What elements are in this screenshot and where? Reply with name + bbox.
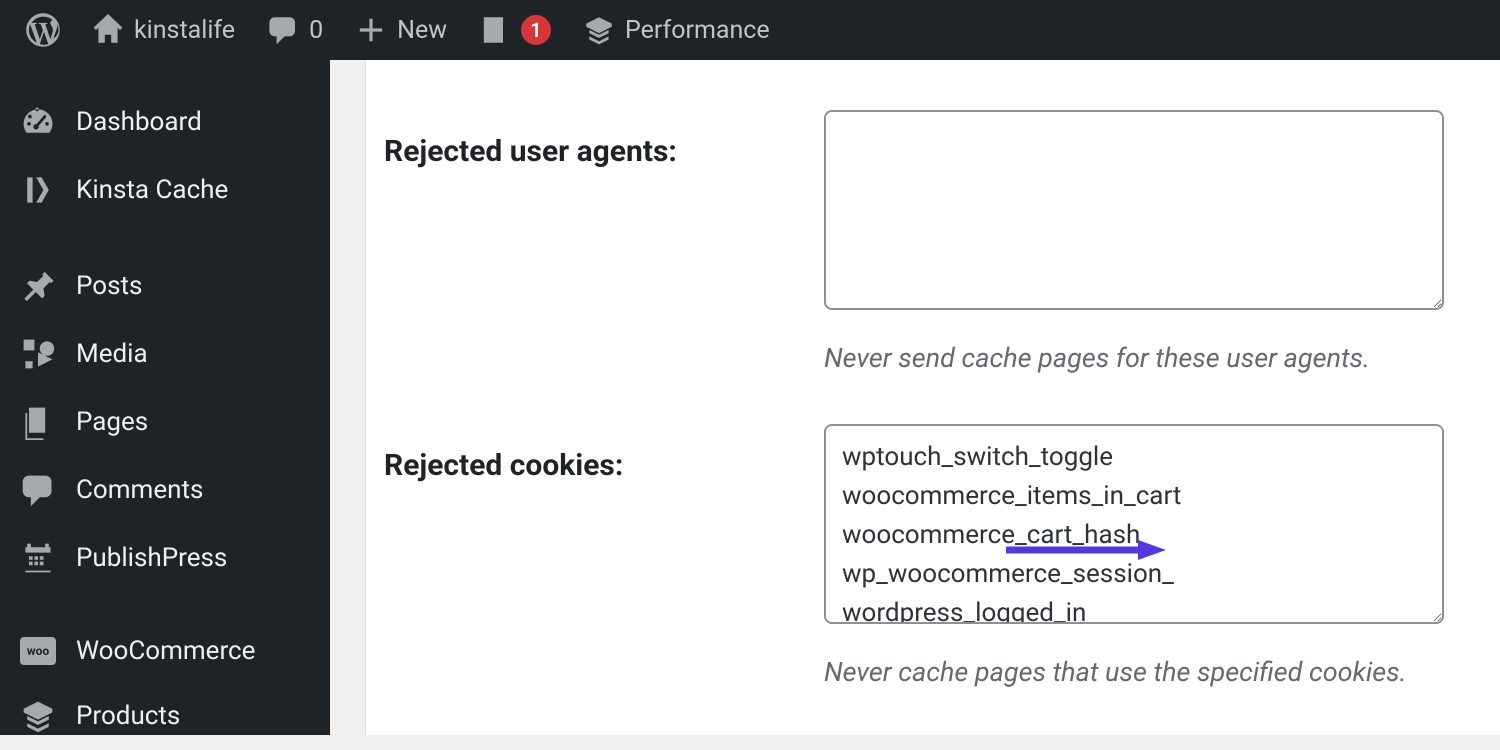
sidebar-item-label: Media [76,339,148,369]
site-home-button[interactable]: kinstalife [78,0,249,60]
plus-icon [355,14,387,46]
content-area: Rejected user agents: Never send cache p… [330,60,1500,735]
sidebar-item-label: Products [76,701,180,731]
sidebar-item-pages[interactable]: Pages [0,388,330,456]
performance-label: Performance [625,16,770,45]
sidebar-item-label: WooCommerce [76,636,255,666]
sidebar-item-publishpress[interactable]: PublishPress [0,524,330,592]
yoast-count-badge: 1 [521,15,551,45]
sidebar-item-posts[interactable]: Posts [0,252,330,320]
comment-icon [267,14,299,46]
sidebar-item-kinsta-cache[interactable]: Kinsta Cache [0,156,330,224]
pages-icon [20,404,56,440]
sidebar-item-label: PublishPress [76,543,227,573]
admin-bar: kinstalife 0 New 1 Performance [0,0,1500,60]
yoast-icon [479,14,511,46]
dashboard-icon [20,104,56,140]
woo-icon: woo [20,637,56,665]
sidebar-item-label: Posts [76,271,142,301]
performance-icon [583,14,615,46]
rejected-user-agents-description: Never send cache pages for these user ag… [824,342,1460,374]
yoast-button[interactable]: 1 [465,0,565,60]
new-content-button[interactable]: New [341,0,461,60]
sidebar-item-woocommerce[interactable]: woo WooCommerce [0,620,330,682]
performance-menu-button[interactable]: Performance [569,0,784,60]
rejected-cookies-label: Rejected cookies: [384,424,824,738]
sidebar-item-label: Pages [76,407,148,437]
site-title: kinstalife [134,16,235,45]
rejected-cookies-description: Never cache pages that use the specified… [824,656,1460,688]
comment-icon [20,472,56,508]
rejected-user-agents-label: Rejected user agents: [384,110,824,424]
wp-logo-button[interactable] [12,0,74,60]
products-icon [20,698,56,734]
annotation-arrow-icon [1006,538,1166,562]
home-icon [92,14,124,46]
sidebar-nav: Dashboard Kinsta Cache Posts Media Pages… [0,60,330,735]
wordpress-icon [26,13,60,47]
rejected-user-agents-input[interactable] [824,110,1444,310]
rejected-cookies-input[interactable] [824,424,1444,624]
comments-count: 0 [309,16,323,45]
media-icon [20,336,56,372]
comments-button[interactable]: 0 [253,0,337,60]
sidebar-item-label: Dashboard [76,107,202,137]
sidebar-item-products[interactable]: Products [0,682,330,750]
sidebar-item-comments[interactable]: Comments [0,456,330,524]
sidebar-item-dashboard[interactable]: Dashboard [0,88,330,156]
kinsta-icon [20,172,56,208]
sidebar-item-label: Comments [76,475,203,505]
sidebar-item-media[interactable]: Media [0,320,330,388]
calendar-icon [20,540,56,576]
new-label: New [397,16,447,45]
pin-icon [20,268,56,304]
sidebar-item-label: Kinsta Cache [76,175,228,205]
